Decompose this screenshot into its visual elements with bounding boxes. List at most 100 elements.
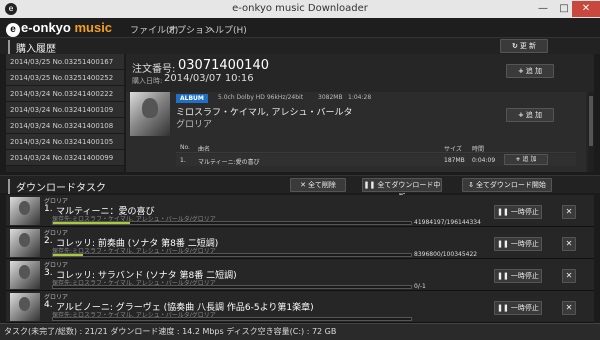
track-name: マルティーニ:愛の喜び bbox=[198, 159, 260, 166]
download-icon: ⇩ bbox=[468, 181, 474, 189]
track-time: 0:04:09 bbox=[472, 157, 496, 164]
task-number: 2. bbox=[44, 236, 53, 246]
download-task: グロリア 1. マルティーニ：愛の喜び 保存先:ミロスラフ・ケイマル, アレシュ… bbox=[6, 195, 594, 227]
logo-text: e-onkyo bbox=[21, 20, 71, 35]
stop-all-button[interactable]: ❚❚全てダウンロード中断 bbox=[362, 178, 442, 201]
order-item[interactable]: 2014/03/25 No.03251400167 bbox=[6, 54, 124, 70]
album-cover-image bbox=[130, 92, 170, 136]
menu-help[interactable]: ヘルプ(H) bbox=[206, 23, 247, 36]
task-cover-image bbox=[10, 261, 40, 289]
title-bar: e e-onkyo music Downloader — □ ✕ bbox=[0, 0, 600, 18]
pause-button[interactable]: ❚❚ 一時停止 bbox=[494, 205, 542, 219]
refresh-button[interactable]: ↻ 更 新 bbox=[500, 39, 548, 53]
refresh-label: 更 新 bbox=[519, 42, 537, 50]
task-progress-bar bbox=[52, 253, 412, 257]
col-time: 時間 bbox=[472, 146, 485, 153]
task-cover-image bbox=[10, 229, 40, 257]
download-title: ダウンロードタスク bbox=[8, 179, 106, 194]
delete-all-button[interactable]: ✕ 全て削除 bbox=[290, 178, 346, 192]
order-number: 03071400140 bbox=[178, 58, 269, 73]
scrollbar-thumb[interactable] bbox=[589, 96, 593, 146]
purchase-date-label: 購入日時: bbox=[132, 77, 163, 85]
pause-icon: ❚❚ bbox=[497, 240, 509, 248]
order-item[interactable]: 2014/03/24 No.03241400099 bbox=[6, 150, 124, 166]
pause-label: 一時停止 bbox=[510, 272, 539, 280]
pause-label: 一時停止 bbox=[510, 208, 539, 216]
add-track-button[interactable]: + 追 加 bbox=[504, 154, 548, 165]
order-detail: 注文番号: 03071400140 購入日時: 2014/03/07 10:16… bbox=[126, 54, 594, 172]
close-button[interactable]: ✕ bbox=[572, 1, 600, 17]
col-size: サイズ bbox=[444, 146, 462, 153]
close-icon: ✕ bbox=[565, 207, 573, 216]
close-icon: ✕ bbox=[300, 181, 306, 189]
add-album-button[interactable]: + 追 加 bbox=[506, 108, 554, 122]
add-label: 追 加 bbox=[525, 67, 543, 75]
order-item[interactable]: 2014/03/24 No.03241400109 bbox=[6, 102, 124, 118]
purchase-history-title: 購入履歴 bbox=[8, 40, 56, 55]
delete-all-label: 全て削除 bbox=[307, 181, 336, 189]
pause-icon: ❚❚ bbox=[497, 208, 509, 216]
task-number: 1. bbox=[44, 204, 53, 214]
task-bytes: 8396800/100345422 bbox=[414, 251, 478, 258]
add-label: 追 加 bbox=[525, 111, 543, 119]
close-icon: ✕ bbox=[565, 303, 573, 312]
cancel-task-button[interactable]: ✕ bbox=[562, 269, 576, 283]
pause-icon: ❚❚ bbox=[363, 181, 376, 189]
download-task: グロリア 3. コレッリ: サラバンド (ソナタ 第8番 二短調) 保存先:ミロ… bbox=[6, 259, 594, 291]
download-task: グロリア 2. コレッリ: 前奏曲 (ソナタ 第8番 二短調) 保存先:ミロスラ… bbox=[6, 227, 594, 259]
album-duration: 1:04:28 bbox=[348, 94, 372, 101]
album-area: ALBUM 5.0ch Dolby HD 96kHz/24bit 3082MB … bbox=[126, 92, 586, 172]
cancel-task-button[interactable]: ✕ bbox=[562, 237, 576, 251]
task-progress-fill bbox=[53, 254, 84, 256]
order-item[interactable]: 2014/03/24 No.03241400222 bbox=[6, 86, 124, 102]
col-no: No. bbox=[180, 144, 190, 151]
pause-button[interactable]: ❚❚ 一時停止 bbox=[494, 301, 542, 315]
album-format: 5.0ch Dolby HD 96kHz/24bit bbox=[218, 94, 304, 101]
order-item[interactable]: 2014/03/24 No.03241400108 bbox=[6, 118, 124, 134]
track-no: 1. bbox=[180, 157, 186, 164]
order-item[interactable]: 2014/03/25 No.03251400252 bbox=[6, 70, 124, 86]
pause-label: 一時停止 bbox=[510, 304, 539, 312]
purchase-date: 2014/03/07 10:16 bbox=[164, 73, 254, 84]
purchase-history-header: 購入履歴 ↻ 更 新 bbox=[0, 38, 600, 55]
cancel-task-button[interactable]: ✕ bbox=[562, 205, 576, 219]
pause-icon: ❚❚ bbox=[497, 304, 509, 312]
task-bytes: 0/-1 bbox=[414, 283, 426, 290]
logo-music-text: music bbox=[74, 20, 113, 35]
add-order-button[interactable]: + 追 加 bbox=[506, 64, 554, 78]
task-progress-bar bbox=[52, 221, 412, 225]
task-number: 3. bbox=[44, 268, 53, 278]
track-size: 187MB bbox=[444, 157, 465, 164]
track-table-header: No. 曲名 サイズ 時間 bbox=[176, 141, 576, 153]
close-icon: ✕ bbox=[565, 239, 573, 248]
track-row[interactable]: 1. マルティーニ:愛の喜び 187MB 0:04:09 + 追 加 bbox=[176, 154, 576, 166]
plus-icon: + bbox=[515, 156, 521, 163]
pause-button[interactable]: ❚❚ 一時停止 bbox=[494, 237, 542, 251]
order-list[interactable]: 2014/03/25 No.03251400167 2014/03/25 No.… bbox=[6, 54, 124, 172]
task-cover-image bbox=[10, 293, 40, 321]
detail-scrollbar[interactable] bbox=[588, 92, 594, 172]
download-header: ダウンロードタスク ✕全て削除 ❚❚全てダウンロード中断 ⇩全てダウンロード開始 bbox=[0, 175, 600, 201]
menu-bar: e e-onkyo music ファイル(F) オプション ヘルプ(H) bbox=[0, 18, 600, 38]
order-item[interactable]: 2014/03/24 No.03241400105 bbox=[6, 134, 124, 150]
task-progress-bar bbox=[52, 285, 412, 289]
add-label: 追 加 bbox=[522, 156, 537, 163]
download-task: グロリア 4. アルビノーニ: グラーヴェ (協奏曲 八長調 作品6-5より第1… bbox=[6, 291, 594, 323]
album-badge: ALBUM bbox=[176, 94, 208, 103]
col-name: 曲名 bbox=[198, 146, 211, 153]
status-bar: タスク(未完了/総数) : 21/21 ダウンロード速度 : 14.2 Mbps… bbox=[0, 323, 600, 340]
task-cover-image bbox=[10, 197, 40, 225]
task-progress-fill bbox=[53, 222, 130, 224]
pause-icon: ❚❚ bbox=[497, 272, 509, 280]
album-size: 3082MB bbox=[318, 94, 343, 101]
pause-button[interactable]: ❚❚ 一時停止 bbox=[494, 269, 542, 283]
refresh-icon: ↻ bbox=[511, 42, 518, 50]
window-title: e-onkyo music Downloader bbox=[232, 3, 368, 14]
e-onkyo-logo: e e-onkyo music bbox=[6, 20, 112, 37]
logo-e-icon: e bbox=[6, 23, 20, 37]
pause-label: 一時停止 bbox=[510, 240, 539, 248]
cancel-task-button[interactable]: ✕ bbox=[562, 301, 576, 315]
task-number: 4. bbox=[44, 300, 53, 310]
start-all-button[interactable]: ⇩ 全てダウンロード開始 bbox=[462, 178, 552, 192]
start-all-label: 全てダウンロード開始 bbox=[475, 181, 546, 189]
